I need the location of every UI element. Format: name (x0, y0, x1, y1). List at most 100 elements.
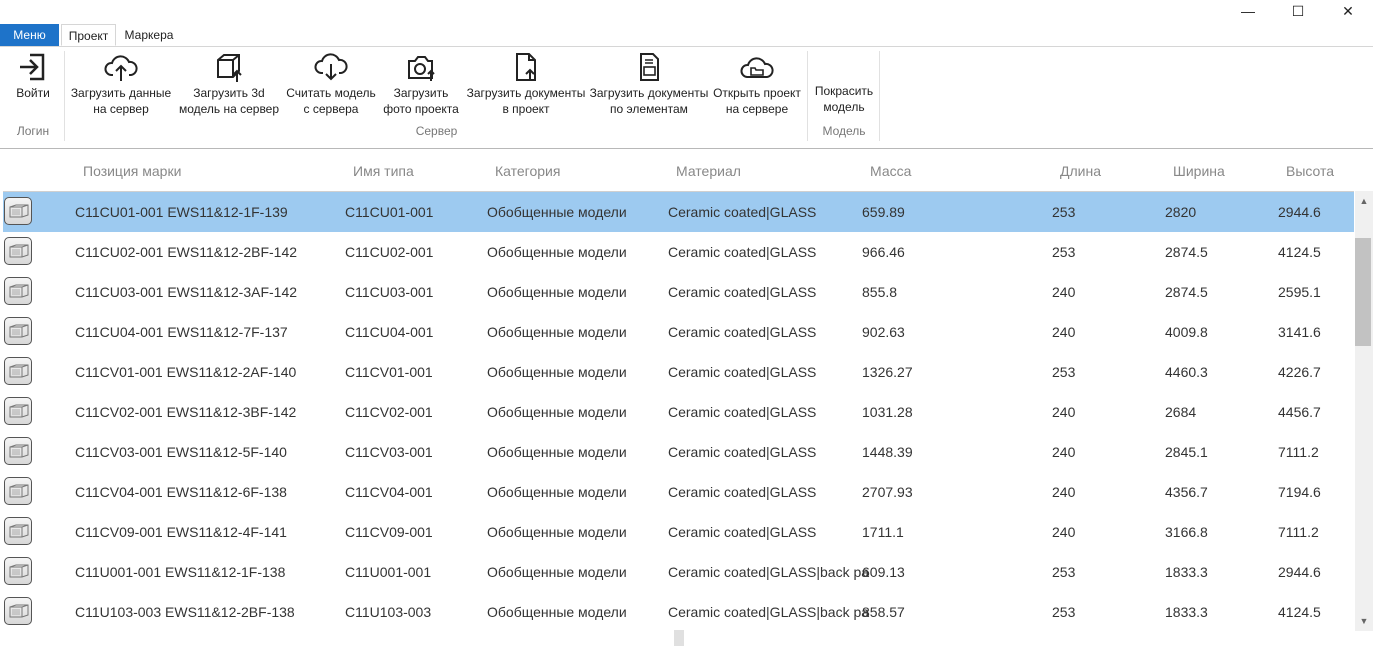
upload-element-docs-button[interactable]: Загрузить документы по элементам (588, 51, 710, 121)
vertical-scrollbar[interactable]: ▲ ▼ (1355, 191, 1373, 631)
element-thumbnail-icon[interactable] (4, 517, 32, 545)
open-project-button[interactable]: Открыть проект на сервере (711, 51, 803, 121)
element-thumbnail-icon[interactable] (4, 237, 32, 265)
upload-project-docs-button[interactable]: Загрузить документы в проект (465, 51, 587, 121)
cell-cat: Обобщенные модели (487, 244, 627, 260)
element-thumbnail-icon[interactable] (4, 317, 32, 345)
element-thumbnail-icon[interactable] (4, 477, 32, 505)
cell-pos: C11CV09-001 EWS11&12-4F-141 (75, 524, 287, 540)
upload-element-docs-label-1: Загрузить документы (589, 86, 709, 100)
upload-3d-label-2: модель на сервер (178, 102, 280, 116)
cell-cat: Обобщенные модели (487, 564, 627, 580)
group-label-login: Логин (16, 124, 50, 138)
cell-mass: 1326.27 (862, 364, 913, 380)
upload-data-button[interactable]: Загрузить данные на сервер (70, 51, 172, 121)
table-row[interactable]: C11CU01-001 EWS11&12-1F-139 C11CU01-001 Об… (3, 192, 1354, 232)
column-header-category[interactable]: Категория (495, 163, 560, 179)
cloud-folder-icon (711, 51, 803, 83)
cell-wid: 2874.5 (1165, 244, 1208, 260)
cell-cat: Обобщенные модели (487, 444, 627, 460)
element-thumbnail-icon[interactable] (4, 557, 32, 585)
scroll-thumb[interactable] (1355, 238, 1371, 346)
cell-mass: 2707.93 (862, 484, 913, 500)
upload-element-docs-label-2: по элементам (610, 102, 688, 116)
table-row[interactable]: C11CV09-001 EWS11&12-4F-141 C11CV09-001 Об… (3, 512, 1354, 552)
cell-wid: 4460.3 (1165, 364, 1208, 380)
cell-hgt: 7111.2 (1278, 524, 1319, 540)
cell-type: C11CU03-001 (345, 284, 434, 300)
table-row[interactable]: C11U001-001 EWS11&12-1F-138 C11U001-001 Об… (3, 552, 1354, 592)
tab-markers[interactable]: Маркера (118, 24, 180, 46)
data-grid: C11CU01-001 EWS11&12-1F-139 C11CU01-001 Об… (3, 191, 1354, 632)
cell-len: 240 (1052, 284, 1076, 300)
table-row[interactable]: C11CU04-001 EWS11&12-7F-137 C11CU04-001 Об… (3, 312, 1354, 352)
cell-type: C11CV01-001 (345, 364, 433, 380)
cell-wid: 2845.1 (1165, 444, 1208, 460)
document-attach-icon (588, 51, 710, 83)
table-row[interactable]: C11CV02-001 EWS11&12-3BF-142 C11CV02-001 О… (3, 392, 1354, 432)
cell-cat: Обобщенные модели (487, 484, 627, 500)
cell-hgt: 3141.6 (1278, 324, 1321, 340)
cell-cat: Обобщенные модели (487, 604, 627, 620)
column-header-position[interactable]: Позиция марки (83, 163, 181, 179)
scroll-up-icon[interactable]: ▲ (1355, 193, 1373, 209)
tab-menu[interactable]: Меню (0, 24, 59, 46)
cell-len: 253 (1052, 244, 1076, 260)
paint-model-button[interactable]: Покрасить модель (811, 83, 877, 153)
column-header-length[interactable]: Длина (1060, 163, 1101, 179)
cell-mat: Ceramic coated|GLASS|back pa (668, 604, 870, 620)
cell-wid: 3166.8 (1165, 524, 1208, 540)
cell-wid: 2684 (1165, 404, 1197, 420)
login-button[interactable]: Войти (8, 51, 58, 121)
cell-len: 240 (1052, 484, 1076, 500)
minimize-button[interactable]: — (1223, 0, 1273, 22)
cell-len: 240 (1052, 524, 1076, 540)
table-row[interactable]: C11CV04-001 EWS11&12-6F-138 C11CV04-001 Об… (3, 472, 1354, 512)
element-thumbnail-icon[interactable] (4, 597, 32, 625)
read-model-button[interactable]: Считать модель с сервера (284, 51, 378, 121)
cell-type: C11CU04-001 (345, 324, 434, 340)
upload-photo-label-1: Загрузить (393, 86, 449, 100)
cell-mat: Ceramic coated|GLASS (668, 204, 817, 220)
cell-mass: 855.8 (862, 284, 898, 300)
column-header-mass[interactable]: Масса (870, 163, 911, 179)
scroll-down-icon[interactable]: ▼ (1355, 613, 1373, 629)
cell-mass: 1031.28 (862, 404, 913, 420)
column-header-height[interactable]: Высота (1286, 163, 1334, 179)
element-thumbnail-icon[interactable] (4, 197, 32, 225)
cell-len: 253 (1052, 604, 1076, 620)
cell-mat: Ceramic coated|GLASS (668, 364, 817, 380)
tab-project[interactable]: Проект (61, 24, 116, 46)
cell-type: C11U103-003 (345, 604, 432, 620)
element-thumbnail-icon[interactable] (4, 397, 32, 425)
close-button[interactable]: ✕ (1323, 0, 1373, 22)
cell-hgt: 4456.7 (1278, 404, 1321, 420)
column-header-width[interactable]: Ширина (1173, 163, 1225, 179)
cell-pos: C11CV02-001 EWS11&12-3BF-142 (75, 404, 297, 420)
cloud-download-icon (284, 51, 378, 83)
cell-type: C11CV03-001 (345, 444, 433, 460)
element-thumbnail-icon[interactable] (4, 437, 32, 465)
element-thumbnail-icon[interactable] (4, 357, 32, 385)
cell-mass: 858.57 (862, 604, 905, 620)
table-row[interactable]: C11CV01-001 EWS11&12-2AF-140 C11CV01-001 О… (3, 352, 1354, 392)
table-row[interactable]: C11CV03-001 EWS11&12-5F-140 C11CV03-001 Об… (3, 432, 1354, 472)
cell-hgt: 4226.7 (1278, 364, 1321, 380)
column-header-type-name[interactable]: Имя типа (353, 163, 414, 179)
column-header-material[interactable]: Материал (676, 163, 741, 179)
upload-3d-label-1: Загрузить 3d (193, 86, 265, 100)
grid-header: Позиция марки Имя типа Категория Материа… (0, 160, 1373, 184)
cell-len: 240 (1052, 324, 1076, 340)
upload-photo-button[interactable]: Загрузить фото проекта (380, 51, 462, 121)
login-button-label: Войти (16, 86, 50, 100)
cloud-upload-icon (70, 51, 172, 83)
horizontal-scroll-thumb[interactable] (674, 630, 684, 646)
table-row[interactable]: C11CU02-001 EWS11&12-2BF-142 C11CU02-001 О… (3, 232, 1354, 272)
group-label-server: Сервер (415, 124, 458, 138)
table-row[interactable]: C11CU03-001 EWS11&12-3AF-142 C11CU03-001 О… (3, 272, 1354, 312)
element-thumbnail-icon[interactable] (4, 277, 32, 305)
table-row[interactable]: C11U103-003 EWS11&12-2BF-138 C11U103-003 О… (3, 592, 1354, 632)
upload-3d-model-button[interactable]: Загрузить 3d модель на сервер (177, 51, 281, 121)
maximize-button[interactable]: ☐ (1273, 0, 1323, 22)
paint-model-label-2: модель (823, 100, 865, 114)
